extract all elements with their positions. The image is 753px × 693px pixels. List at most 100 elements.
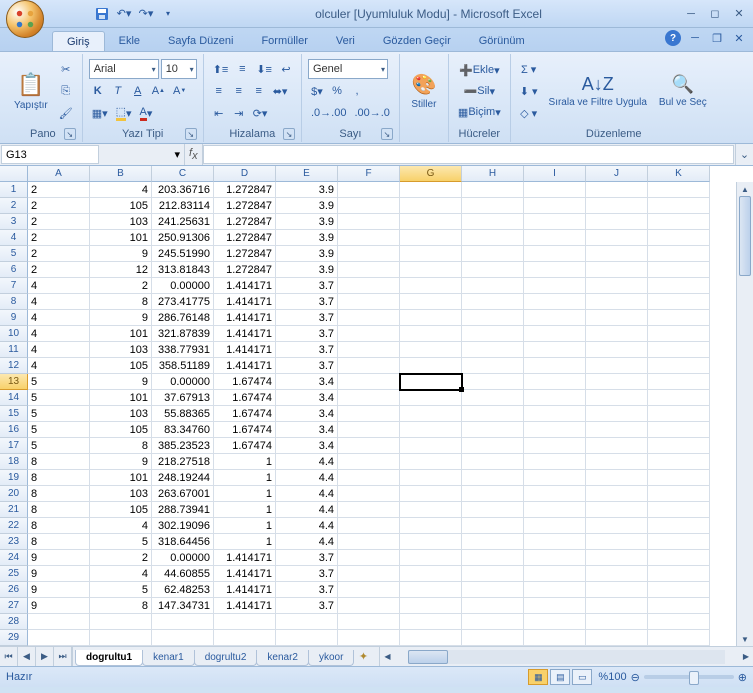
cell-D28[interactable] [214, 614, 276, 630]
cell-E16[interactable]: 3.4 [276, 422, 338, 438]
cell-A20[interactable]: 8 [28, 486, 90, 502]
cell-K17[interactable] [648, 438, 710, 454]
row-header-20[interactable]: 20 [0, 486, 28, 502]
cell-J11[interactable] [586, 342, 648, 358]
cell-K20[interactable] [648, 486, 710, 502]
cell-B14[interactable]: 101 [90, 390, 152, 406]
hscroll-thumb[interactable] [408, 650, 448, 664]
cell-H21[interactable] [462, 502, 524, 518]
comma-button[interactable]: , [348, 81, 366, 101]
cell-C12[interactable]: 358.51189 [152, 358, 214, 374]
clipboard-launcher[interactable]: ↘ [64, 128, 76, 140]
cell-H5[interactable] [462, 246, 524, 262]
cell-D9[interactable]: 1.414171 [214, 310, 276, 326]
cell-C23[interactable]: 318.64456 [152, 534, 214, 550]
cell-D1[interactable]: 1.272847 [214, 182, 276, 198]
sort-filter-button[interactable]: A↓Z Sırala ve Filtre Uygula [545, 72, 651, 110]
insert-cells-button[interactable]: ➕ Ekle ▾ [455, 60, 504, 80]
cell-B21[interactable]: 105 [90, 502, 152, 518]
sheet-tab-kenar1[interactable]: kenar1 [142, 650, 195, 666]
formula-input[interactable] [203, 145, 734, 164]
cell-H12[interactable] [462, 358, 524, 374]
ribbon-tab-giriş[interactable]: Giriş [52, 31, 105, 51]
cell-D12[interactable]: 1.414171 [214, 358, 276, 374]
vertical-scrollbar[interactable]: ▲ ▼ [736, 182, 753, 646]
cell-C3[interactable]: 241.25631 [152, 214, 214, 230]
mdi-restore-button[interactable]: ❐ [709, 30, 725, 46]
cell-J2[interactable] [586, 198, 648, 214]
cell-H23[interactable] [462, 534, 524, 550]
cell-F17[interactable] [338, 438, 400, 454]
cell-B9[interactable]: 9 [90, 310, 152, 326]
cell-J25[interactable] [586, 566, 648, 582]
cell-C22[interactable]: 302.19096 [152, 518, 214, 534]
cell-D5[interactable]: 1.272847 [214, 246, 276, 262]
cell-E25[interactable]: 3.7 [276, 566, 338, 582]
cell-E11[interactable]: 3.7 [276, 342, 338, 358]
cell-F28[interactable] [338, 614, 400, 630]
cell-K29[interactable] [648, 630, 710, 646]
cell-G1[interactable] [400, 182, 462, 198]
col-header-F[interactable]: F [338, 166, 400, 182]
cell-I1[interactable] [524, 182, 586, 198]
cell-D6[interactable]: 1.272847 [214, 262, 276, 278]
font-name-combo[interactable]: Arial▾ [89, 59, 159, 79]
cell-K21[interactable] [648, 502, 710, 518]
cell-H14[interactable] [462, 390, 524, 406]
cell-B13[interactable]: 9 [90, 374, 152, 390]
cell-F15[interactable] [338, 406, 400, 422]
cell-A12[interactable]: 4 [28, 358, 90, 374]
row-header-14[interactable]: 14 [0, 390, 28, 406]
cell-E14[interactable]: 3.4 [276, 390, 338, 406]
cell-I10[interactable] [524, 326, 586, 342]
cell-E3[interactable]: 3.9 [276, 214, 338, 230]
cell-C21[interactable]: 288.73941 [152, 502, 214, 518]
row-header-24[interactable]: 24 [0, 550, 28, 566]
cell-D18[interactable]: 1 [214, 454, 276, 470]
cell-J13[interactable] [586, 374, 648, 390]
cell-A8[interactable]: 4 [28, 294, 90, 310]
cell-J7[interactable] [586, 278, 648, 294]
hscroll-left[interactable]: ◀ [380, 652, 394, 661]
cell-D29[interactable] [214, 630, 276, 646]
cell-B18[interactable]: 9 [90, 454, 152, 470]
cell-K12[interactable] [648, 358, 710, 374]
align-bottom-button[interactable]: ⬇≡ [253, 59, 275, 79]
row-header-13[interactable]: 13 [0, 374, 28, 390]
cell-J12[interactable] [586, 358, 648, 374]
orientation-button[interactable]: ⟳▾ [250, 103, 271, 123]
cell-K2[interactable] [648, 198, 710, 214]
cell-I17[interactable] [524, 438, 586, 454]
save-icon[interactable] [94, 6, 110, 22]
cell-H2[interactable] [462, 198, 524, 214]
cell-I11[interactable] [524, 342, 586, 358]
cell-A11[interactable]: 4 [28, 342, 90, 358]
row-header-8[interactable]: 8 [0, 294, 28, 310]
cell-A4[interactable]: 2 [28, 230, 90, 246]
cell-G14[interactable] [400, 390, 462, 406]
find-select-button[interactable]: 🔍 Bul ve Seç [655, 72, 711, 110]
cell-H26[interactable] [462, 582, 524, 598]
cell-A13[interactable]: 5 [28, 374, 90, 390]
cell-F8[interactable] [338, 294, 400, 310]
row-header-19[interactable]: 19 [0, 470, 28, 486]
cell-H22[interactable] [462, 518, 524, 534]
cell-G11[interactable] [400, 342, 462, 358]
cell-C17[interactable]: 385.23523 [152, 438, 214, 454]
number-format-combo[interactable]: Genel▾ [308, 59, 388, 79]
row-header-7[interactable]: 7 [0, 278, 28, 294]
cell-G8[interactable] [400, 294, 462, 310]
ribbon-tab-ekle[interactable]: Ekle [105, 31, 154, 51]
cell-C9[interactable]: 286.76148 [152, 310, 214, 326]
alignment-launcher[interactable]: ↘ [283, 128, 295, 140]
cell-E22[interactable]: 4.4 [276, 518, 338, 534]
cell-K25[interactable] [648, 566, 710, 582]
cell-E28[interactable] [276, 614, 338, 630]
cell-J19[interactable] [586, 470, 648, 486]
cell-B28[interactable] [90, 614, 152, 630]
number-launcher[interactable]: ↘ [381, 128, 393, 140]
cell-styles-button[interactable]: 🎨 Stiller [406, 70, 442, 112]
cell-J27[interactable] [586, 598, 648, 614]
cell-H20[interactable] [462, 486, 524, 502]
cell-C2[interactable]: 212.83114 [152, 198, 214, 214]
